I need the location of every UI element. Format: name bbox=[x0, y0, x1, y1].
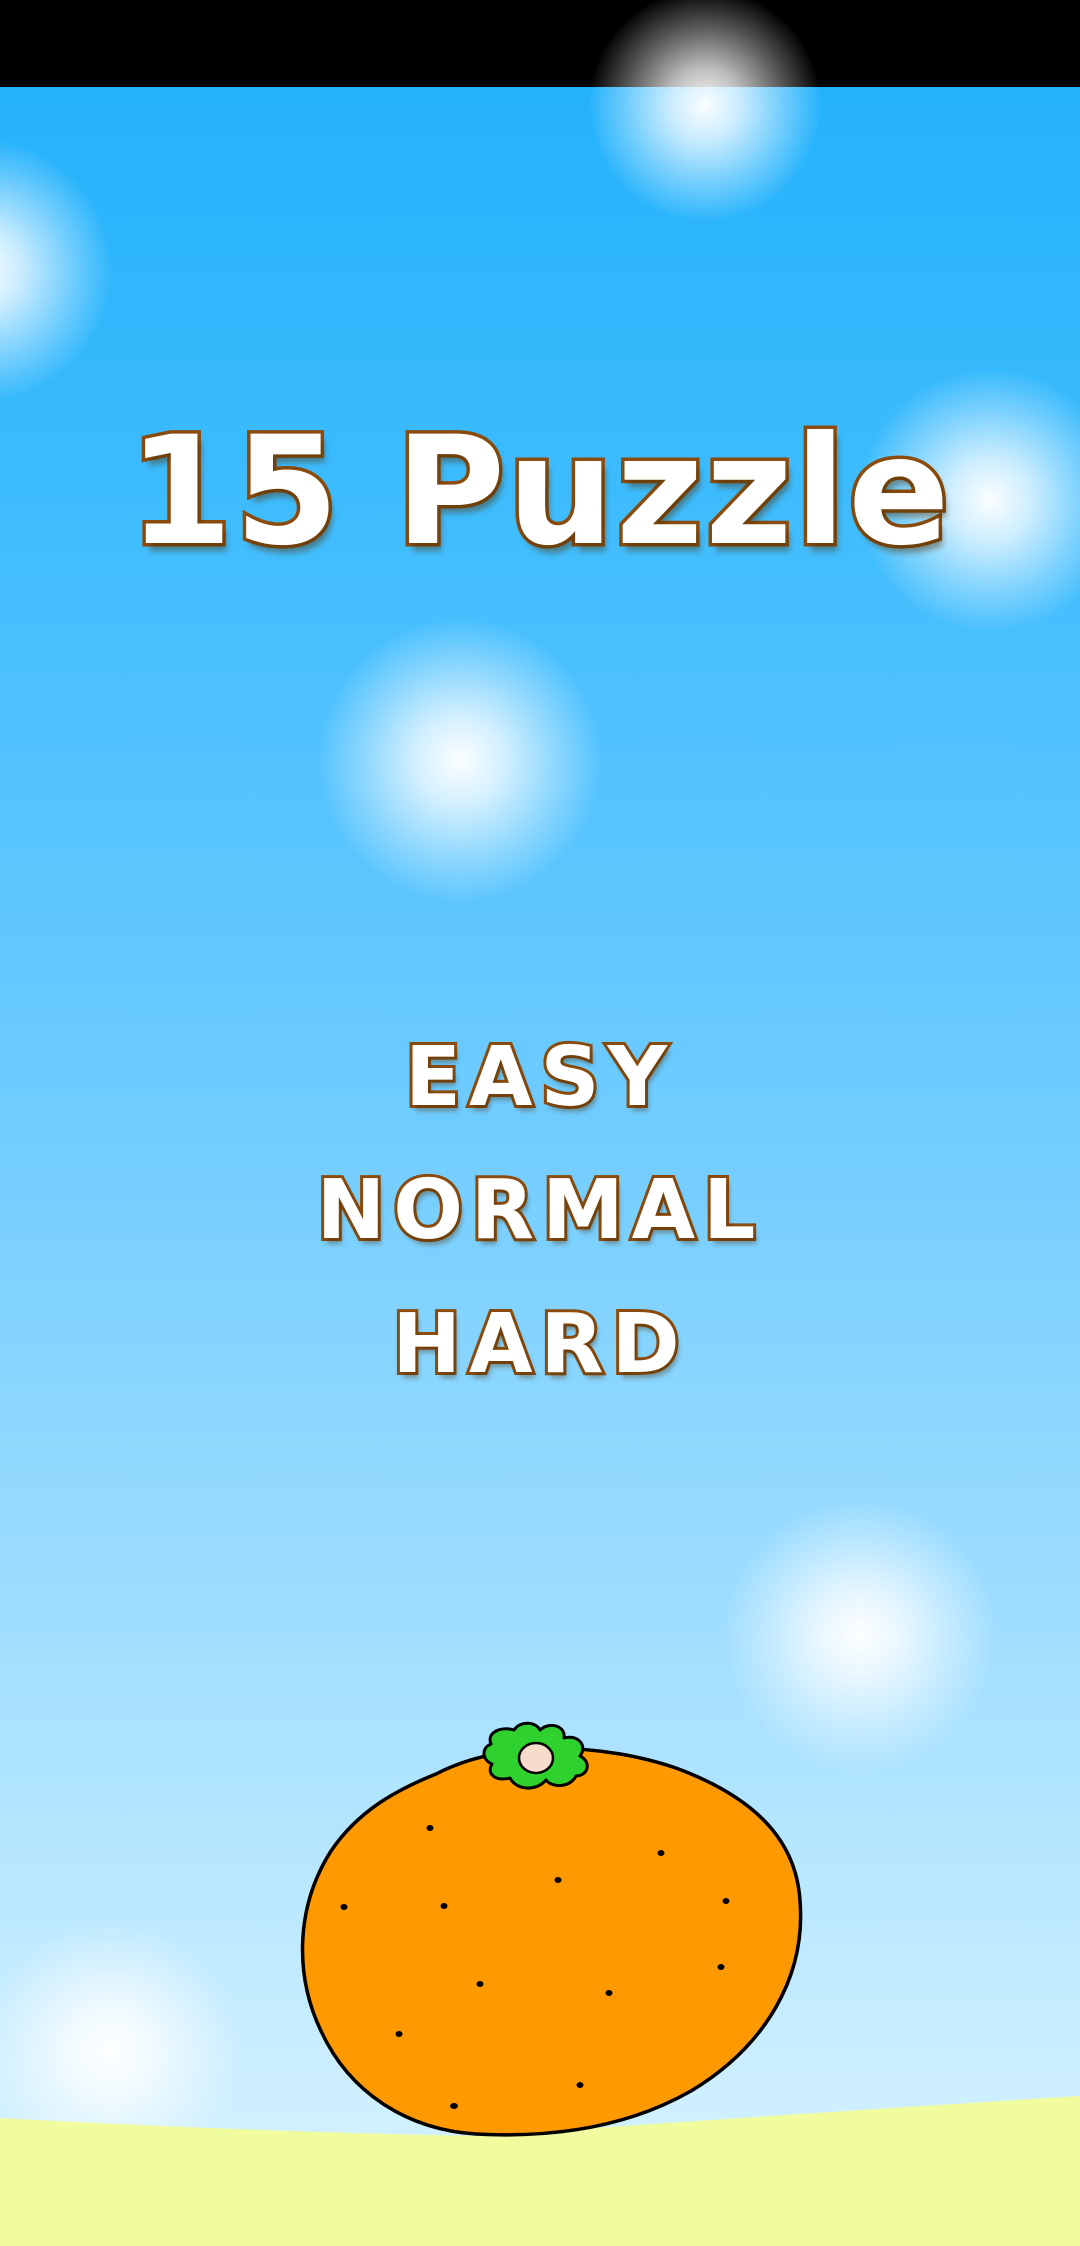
normal-button[interactable]: NORMAL bbox=[0, 1160, 1080, 1261]
game-screen: 15 Puzzle EASY NORMAL HARD bbox=[0, 0, 1080, 2246]
hard-button[interactable]: HARD bbox=[0, 1294, 1080, 1395]
bokeh-light bbox=[590, 0, 820, 220]
bokeh-light bbox=[320, 620, 600, 900]
game-title: 15 Puzzle bbox=[125, 402, 953, 583]
easy-button[interactable]: EASY bbox=[0, 1027, 1080, 1128]
bokeh-light bbox=[0, 140, 110, 400]
status-bar bbox=[0, 0, 1080, 87]
mandarin-orange-icon bbox=[300, 1721, 803, 2137]
